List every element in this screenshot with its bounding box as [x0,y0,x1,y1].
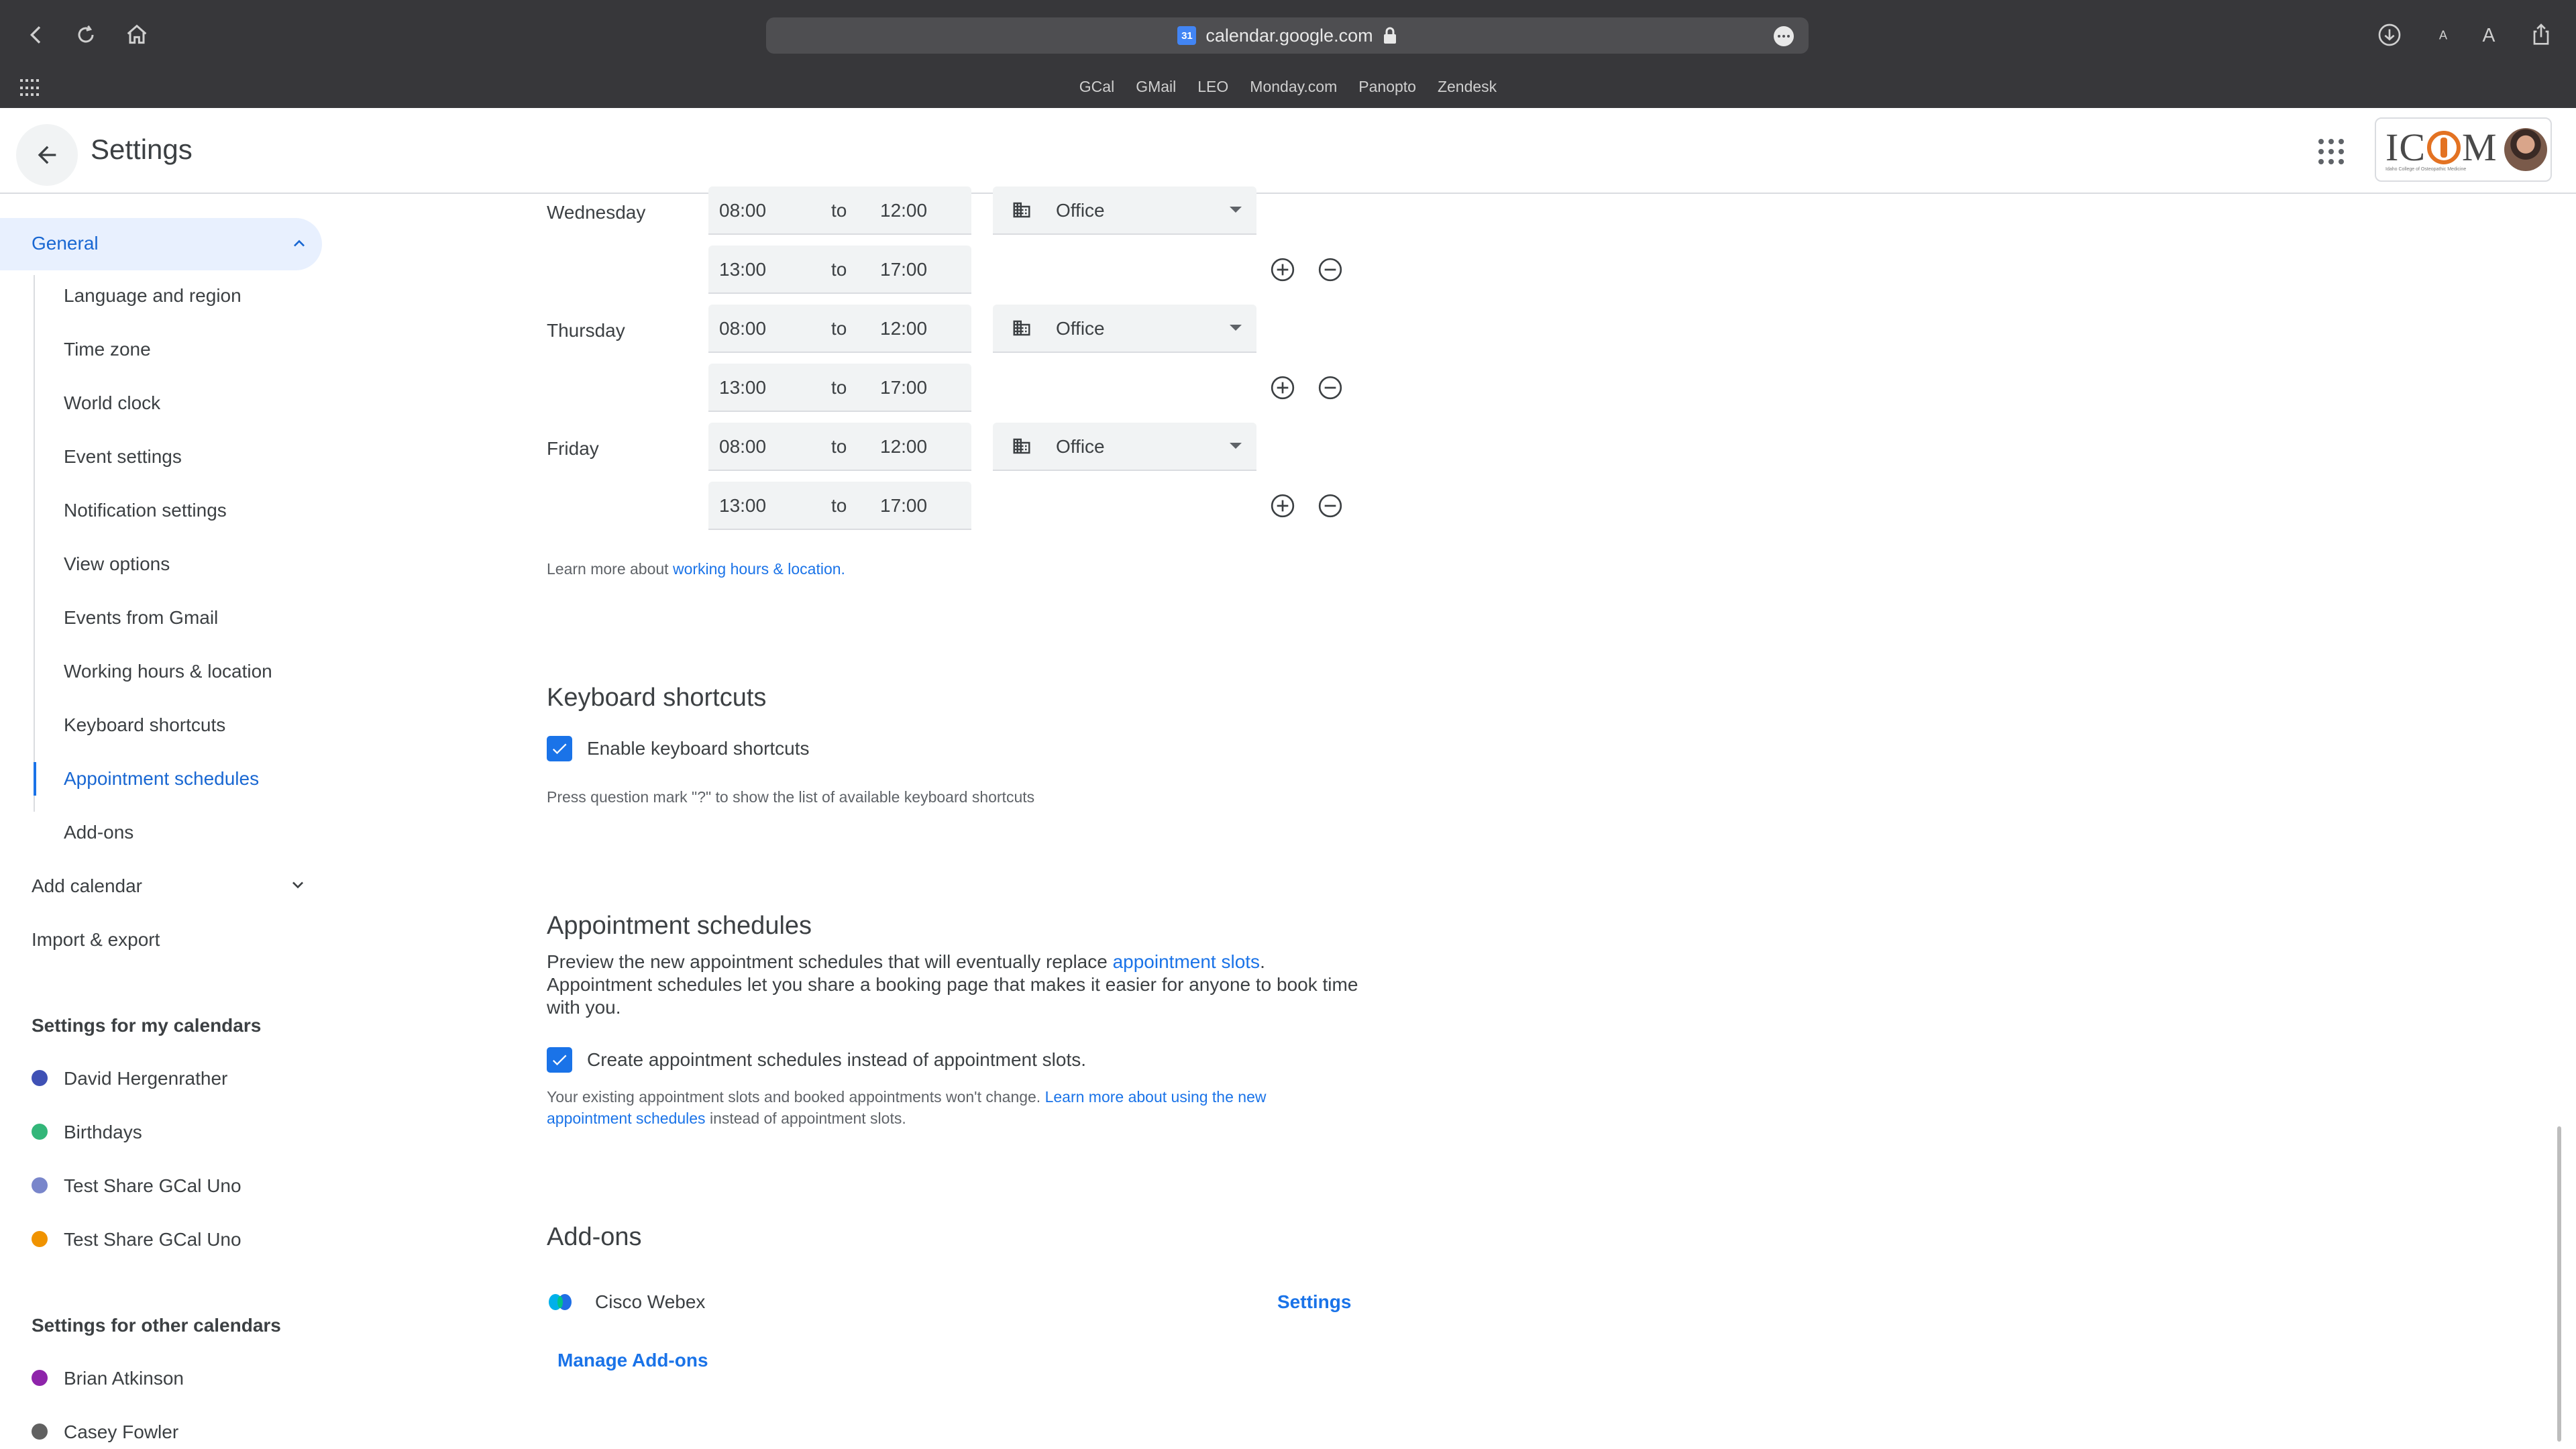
end-time[interactable]: 12:00 [880,200,927,221]
google-apps-icon[interactable] [2314,135,2348,168]
dropdown-caret-icon [1230,443,1242,449]
svg-text:A: A [2439,28,2448,42]
text-larger-icon[interactable]: A [2470,16,2508,54]
cisco-webex-icon [549,1294,572,1310]
back-button[interactable] [16,124,78,186]
home-icon[interactable] [118,16,156,54]
add-circle-icon[interactable] [1269,492,1296,519]
remove-circle-icon[interactable] [1317,492,1344,519]
start-time[interactable]: 08:00 [719,318,766,339]
enable-keyboard-shortcuts-checkbox[interactable] [547,736,572,761]
google-calendar-favicon-icon: 31 [1177,26,1197,45]
reload-icon[interactable] [67,16,105,54]
bookmark-zendesk[interactable]: Zendesk [1438,78,1497,98]
time-range-row[interactable]: 08:00 to 12:00 [708,305,971,353]
building-icon [1013,320,1030,336]
time-range-row[interactable]: 08:00 to 12:00 [708,186,971,235]
day-label-wednesday: Wednesday [547,202,646,223]
keyboard-shortcuts-hint: Press question mark "?" to show the list… [547,788,1035,806]
check-icon [552,743,567,755]
browser-toolbar: 31 calendar.google.com A A GCal GMail LE… [0,0,2576,108]
share-icon[interactable] [2522,16,2560,54]
add-on-name: Cisco Webex [595,1291,706,1312]
svg-text:A: A [2483,25,2496,46]
location-select[interactable]: Office [993,305,1256,353]
start-time[interactable]: 08:00 [719,200,766,221]
start-time[interactable]: 13:00 [719,259,766,280]
bookmark-panopto[interactable]: Panopto [1358,78,1416,98]
location-select[interactable]: Office [993,423,1256,471]
download-icon[interactable] [2371,16,2408,54]
add-on-settings-button[interactable]: Settings [1277,1291,1351,1313]
building-icon [1013,438,1030,454]
create-appointment-schedules-checkbox[interactable] [547,1047,572,1073]
time-range-row[interactable]: 13:00 to 17:00 [708,246,971,294]
page-title: Settings [91,133,193,165]
add-circle-icon[interactable] [1269,256,1296,283]
end-time[interactable]: 17:00 [880,495,927,517]
location-select[interactable]: Office [993,186,1256,235]
app-header: Settings IC M Idaho College of Osteopathi… [0,108,2576,194]
start-time[interactable]: 08:00 [719,436,766,458]
bookmark-gcal[interactable]: GCal [1079,78,1114,98]
bookmarks-bar: GCal GMail LEO Monday.com Panopto Zendes… [0,78,2576,98]
address-bar[interactable]: 31 calendar.google.com [766,17,1809,54]
avatar [2504,128,2547,171]
time-range-row[interactable]: 13:00 to 17:00 [708,482,971,530]
manage-add-ons-button[interactable]: Manage Add-ons [557,1350,708,1371]
end-time[interactable]: 17:00 [880,259,927,280]
start-time[interactable]: 13:00 [719,377,766,398]
create-appointment-schedules-label[interactable]: Create appointment schedules instead of … [587,1049,1086,1071]
text-smaller-icon[interactable]: A [2424,16,2462,54]
enable-keyboard-shortcuts-label[interactable]: Enable keyboard shortcuts [587,738,810,759]
working-hours-link[interactable]: working hours & location. [673,560,845,578]
lock-icon [1383,27,1396,44]
time-range-row[interactable]: 08:00 to 12:00 [708,423,971,471]
working-hours-learn-more: Learn more about working hours & locatio… [547,560,845,578]
start-time[interactable]: 13:00 [719,495,766,517]
add-ons-heading: Add-ons [547,1223,642,1251]
arrow-back-icon [38,146,56,164]
dropdown-caret-icon [1230,325,1242,331]
scrollbar-thumb[interactable] [2557,1126,2561,1442]
end-time[interactable]: 12:00 [880,436,927,458]
end-time[interactable]: 17:00 [880,377,927,398]
appointment-schedules-heading: Appointment schedules [547,912,812,940]
remove-circle-icon[interactable] [1317,374,1344,401]
bookmark-monday[interactable]: Monday.com [1250,78,1337,98]
remove-circle-icon[interactable] [1317,256,1344,283]
bookmark-leo[interactable]: LEO [1197,78,1228,98]
url-text: calendar.google.com [1205,25,1373,46]
keyboard-shortcuts-heading: Keyboard shortcuts [547,684,767,712]
appointment-schedules-description: Preview the new appointment schedules th… [547,951,1358,1018]
appointment-schedules-note: Your existing appointment slots and book… [547,1088,1267,1127]
add-circle-icon[interactable] [1269,374,1296,401]
back-arrow-icon[interactable] [17,16,55,54]
building-icon [1013,202,1030,218]
settings-main: Wednesday 08:00 to 12:00 Office 13:00 to… [0,186,2576,1449]
icom-logo: IC M Idaho College of Osteopathic Medicin… [2385,125,2498,172]
account-button[interactable]: IC M Idaho College of Osteopathic Medicin… [2375,117,2552,182]
dropdown-caret-icon [1230,207,1242,213]
end-time[interactable]: 12:00 [880,318,927,339]
day-label-friday: Friday [547,438,599,459]
more-options-icon[interactable] [1774,26,1794,46]
bookmark-gmail[interactable]: GMail [1136,78,1176,98]
time-range-row[interactable]: 13:00 to 17:00 [708,364,971,412]
check-icon [552,1055,567,1066]
appointment-slots-link[interactable]: appointment slots [1113,951,1260,972]
day-label-thursday: Thursday [547,320,625,341]
